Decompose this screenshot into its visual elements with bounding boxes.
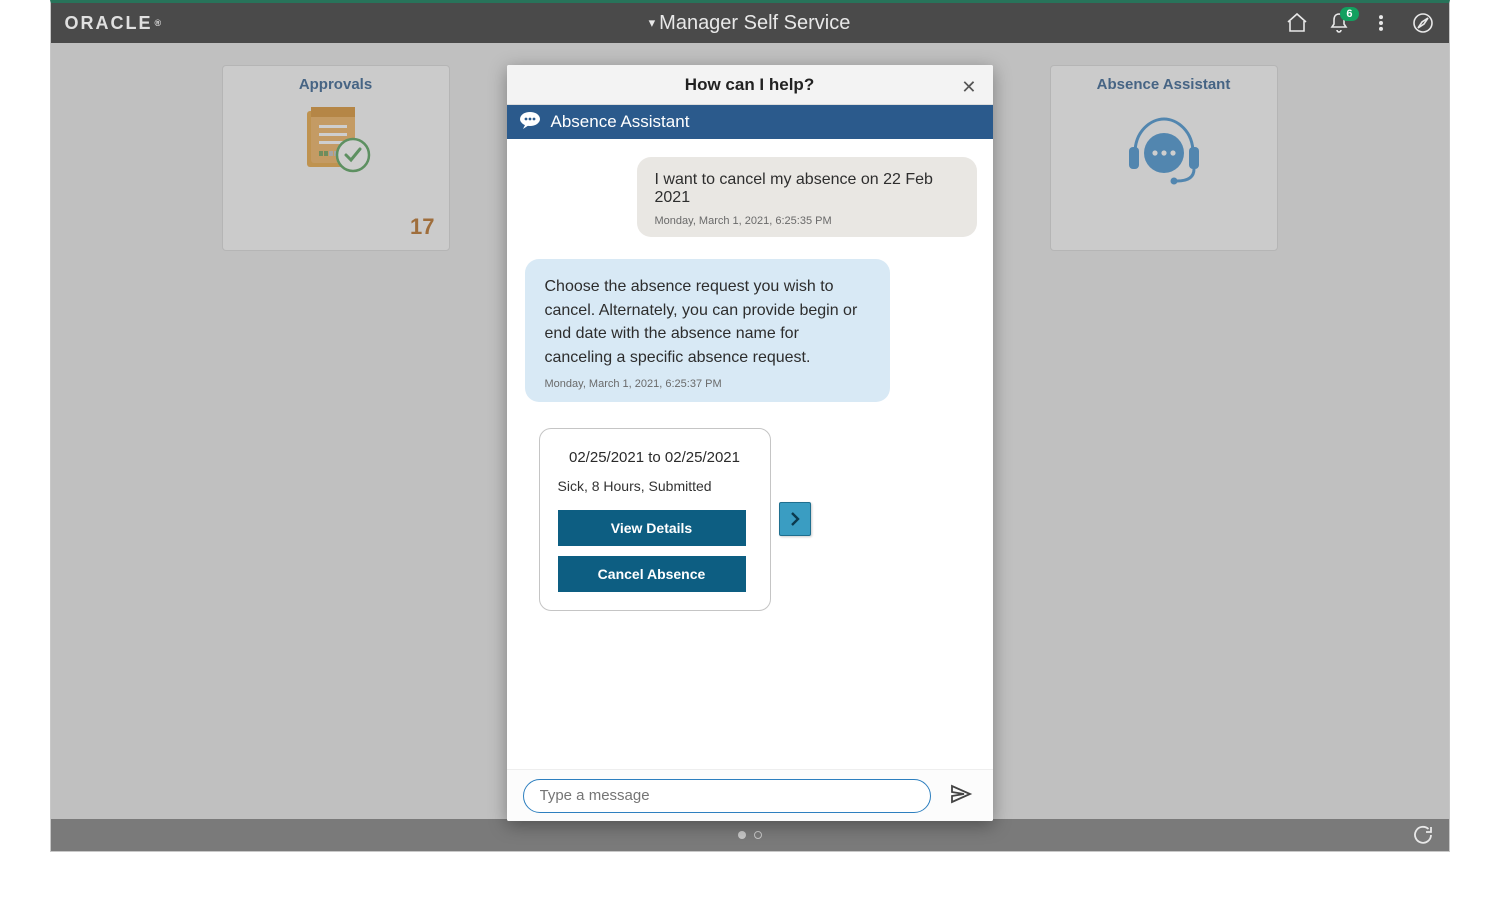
topbar-actions: 6	[1285, 11, 1435, 35]
brand-text: ORACLE	[65, 13, 153, 34]
actions-menu-icon[interactable]	[1369, 11, 1393, 35]
close-button[interactable]: ✕	[957, 73, 980, 102]
home-icon[interactable]	[1285, 11, 1309, 35]
modal-subheader: Absence Assistant	[507, 105, 993, 139]
page-dot[interactable]	[754, 831, 762, 839]
cancel-absence-button[interactable]: Cancel Absence	[558, 556, 746, 592]
modal-title: How can I help?	[685, 75, 814, 95]
notifications-icon[interactable]: 6	[1327, 11, 1351, 35]
top-bar: ORACLE® ▾Manager Self Service 6	[51, 3, 1449, 43]
chat-icon	[519, 111, 541, 134]
send-button[interactable]	[945, 778, 977, 813]
chat-input-bar	[507, 769, 993, 821]
chevron-down-icon: ▾	[649, 15, 656, 31]
bottom-bar	[51, 819, 1449, 851]
page-dot-active[interactable]	[738, 831, 746, 839]
registered-mark: ®	[155, 18, 164, 28]
modal-header: How can I help? ✕	[507, 65, 993, 105]
absence-dates: 02/25/2021 to 02/25/2021	[558, 449, 752, 466]
message-timestamp: Monday, March 1, 2021, 6:25:35 PM	[655, 215, 959, 227]
absence-details: Sick, 8 Hours, Submitted	[558, 478, 752, 494]
navigator-icon[interactable]	[1411, 11, 1435, 35]
user-message-text: I want to cancel my absence on 22 Feb 20…	[655, 171, 959, 207]
chat-log: I want to cancel my absence on 22 Feb 20…	[507, 139, 993, 769]
message-input[interactable]	[523, 779, 931, 813]
user-message: I want to cancel my absence on 22 Feb 20…	[637, 157, 977, 237]
brand-logo: ORACLE®	[65, 13, 164, 34]
refresh-icon[interactable]	[1411, 823, 1435, 852]
bot-message-text: Choose the absence request you wish to c…	[545, 275, 870, 370]
modal-subtitle: Absence Assistant	[551, 112, 690, 132]
bot-message: Choose the absence request you wish to c…	[525, 259, 890, 402]
message-timestamp: Monday, March 1, 2021, 6:25:37 PM	[545, 378, 870, 390]
absence-card: 02/25/2021 to 02/25/2021 Sick, 8 Hours, …	[539, 428, 771, 611]
absence-card-row: 02/25/2021 to 02/25/2021 Sick, 8 Hours, …	[539, 428, 977, 611]
page-title-dropdown[interactable]: ▾Manager Self Service	[51, 12, 1449, 35]
notification-badge: 6	[1340, 7, 1358, 21]
view-details-button[interactable]: View Details	[558, 510, 746, 546]
chatbot-modal: How can I help? ✕ Absence Assistant I wa…	[507, 65, 993, 821]
next-card-button[interactable]	[779, 502, 811, 536]
page-title: Manager Self Service	[659, 12, 850, 34]
